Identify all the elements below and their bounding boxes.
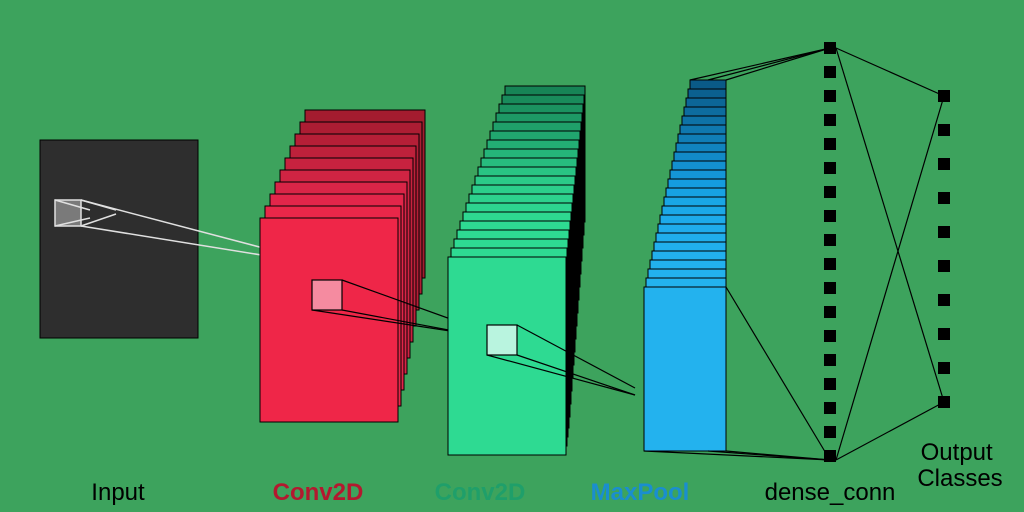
maxpool-label: MaxPool <box>591 479 690 506</box>
conv1-layer <box>260 110 470 422</box>
dense-layer <box>824 42 944 462</box>
maxpool-layer <box>644 48 830 460</box>
dense-label: dense_conn <box>765 479 896 506</box>
conv2-label: Conv2D <box>435 479 526 506</box>
conv2-layer <box>448 86 635 455</box>
conv1-label: Conv2D <box>273 479 364 506</box>
cnn-architecture-svg: Input Conv2D Conv2D MaxPool dense_conn O… <box>0 0 1024 512</box>
input-label: Input <box>91 479 145 506</box>
output-label-line1: Output Classes <box>917 439 1002 492</box>
output-layer <box>938 90 950 408</box>
